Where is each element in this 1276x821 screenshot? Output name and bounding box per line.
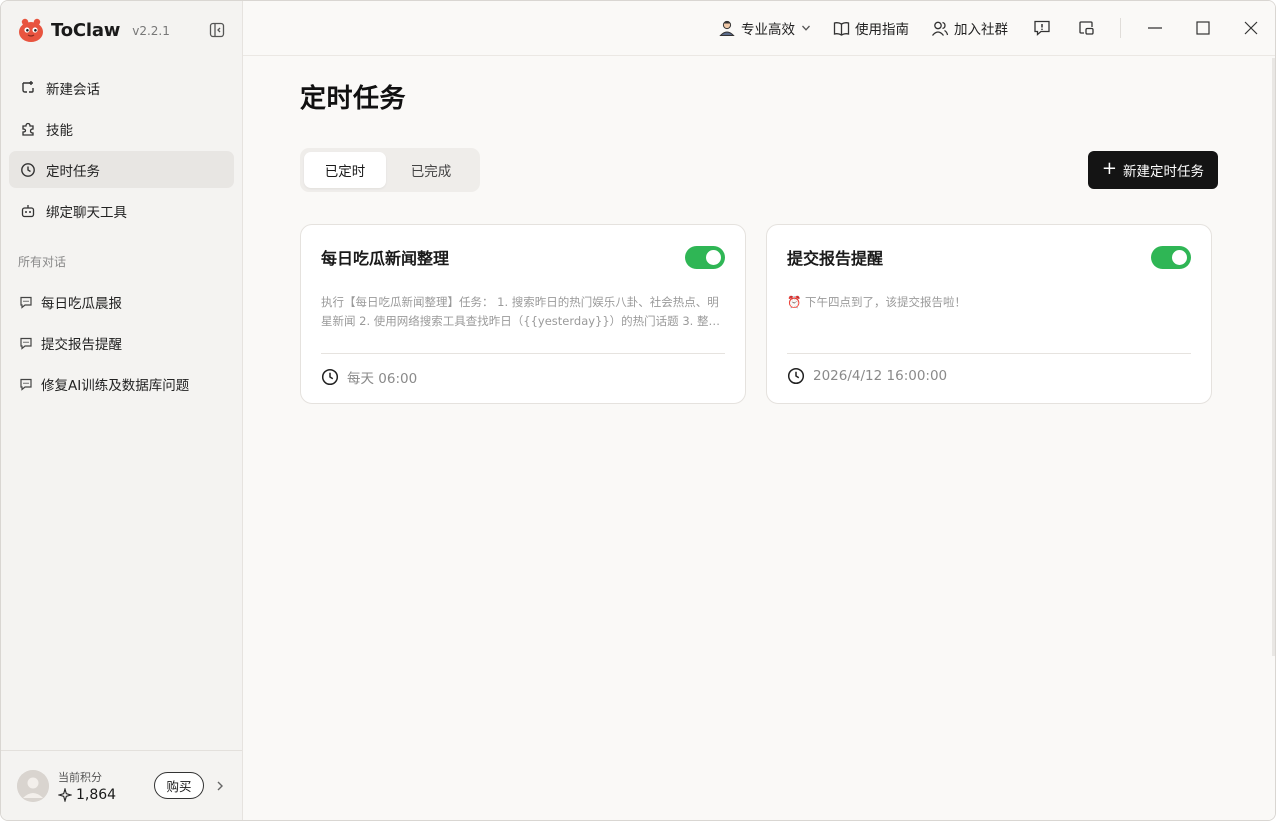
chat-bubble-icon xyxy=(19,295,33,309)
toggle-knob xyxy=(706,249,721,265)
puzzle-icon xyxy=(19,120,37,138)
conversations-section-title: 所有对话 xyxy=(18,255,67,269)
guide-label: 使用指南 xyxy=(855,22,909,38)
new-scheduled-task-button[interactable]: + 新建定时任务 xyxy=(1087,151,1218,189)
chat-bubble-icon xyxy=(19,336,33,350)
conversation-item[interactable]: 修复AI训练及数据库问题 xyxy=(9,365,234,402)
conversation-list: 每日吃瓜晨报 提交报告提醒 修复AI训练及数据库问题 xyxy=(1,283,242,406)
task-card-list: 每日吃瓜新闻整理 执行【每日吃瓜新闻整理】任务： 1. 搜索昨日的热门娱乐八卦、… xyxy=(300,224,1218,404)
sidebar: ToClaw v2.2.1 新建会话 技能 定时任务 绑定聊天工具 所有对话 每… xyxy=(1,1,243,820)
task-enabled-toggle[interactable] xyxy=(685,245,725,269)
points-value-row: 1,864 xyxy=(58,787,116,803)
app-name: ToClaw xyxy=(51,19,121,41)
task-enabled-toggle[interactable] xyxy=(1151,245,1191,269)
topbar-divider xyxy=(1120,18,1121,38)
minimize-button[interactable] xyxy=(1131,1,1179,56)
new-task-label: 新建定时任务 xyxy=(1123,164,1204,180)
conversation-label: 提交报告提醒 xyxy=(41,336,122,353)
picture-in-picture-icon xyxy=(1079,21,1094,35)
points-label: 当前积分 xyxy=(58,770,102,784)
feedback-icon xyxy=(1034,20,1050,36)
plus-icon: + xyxy=(1101,158,1117,179)
brand-header: ToClaw v2.2.1 xyxy=(1,1,242,59)
sparkle-icon xyxy=(58,787,72,802)
mode-label: 专业高效 xyxy=(741,22,795,38)
clock-icon xyxy=(321,368,339,386)
top-bar: 专业高效 使用指南 加入社群 xyxy=(243,1,1275,56)
card-divider xyxy=(787,353,1191,354)
chevron-right-icon[interactable] xyxy=(214,779,228,793)
clock-icon xyxy=(787,367,805,385)
sidebar-item-label: 绑定聊天工具 xyxy=(46,204,127,221)
sidebar-item-label: 技能 xyxy=(46,122,73,139)
task-schedule-text: 每天 06:00 xyxy=(347,371,418,387)
new-chat-icon xyxy=(19,79,37,97)
users-icon xyxy=(931,20,949,37)
task-title: 每日吃瓜新闻整理 xyxy=(321,249,450,268)
sidebar-item-skills[interactable]: 技能 xyxy=(9,110,234,147)
sidebar-item-bind-chat-tools[interactable]: 绑定聊天工具 xyxy=(9,192,234,229)
points-display: 当前积分 1,864 xyxy=(58,769,116,803)
robot-icon xyxy=(19,202,37,220)
maximize-icon xyxy=(1196,21,1210,35)
close-icon xyxy=(1244,21,1258,35)
page-content: 定时任务 已定时 已完成 + 新建定时任务 每日吃瓜新闻整理 执行【每日吃瓜新闻… xyxy=(300,56,1218,404)
minimize-icon xyxy=(1148,27,1162,29)
avatar[interactable] xyxy=(17,769,49,802)
main-area: 专业高效 使用指南 加入社群 定时任务 已定时 已完成 + 新建定时任务 每日吃… xyxy=(243,1,1275,820)
card-divider xyxy=(321,353,725,354)
task-card-header: 提交报告提醒 xyxy=(787,245,1191,269)
conversation-item[interactable]: 提交报告提醒 xyxy=(9,324,234,361)
task-schedule: 2026/4/12 16:00:00 xyxy=(787,367,947,385)
app-version: v2.2.1 xyxy=(132,24,170,38)
toclaw-logo-icon xyxy=(17,16,45,44)
sidebar-item-new-chat[interactable]: 新建会话 xyxy=(9,69,234,106)
conversation-label: 修复AI训练及数据库问题 xyxy=(41,377,190,394)
sidebar-item-label: 新建会话 xyxy=(46,81,100,98)
task-tabs: 已定时 已完成 xyxy=(300,148,480,192)
sidebar-item-label: 定时任务 xyxy=(46,163,100,180)
task-card[interactable]: 提交报告提醒 ⏰ 下午四点到了，该提交报告啦！ 2026/4/12 16:00:… xyxy=(766,224,1212,404)
chevron-down-icon xyxy=(801,23,811,33)
sidebar-footer: 当前积分 1,864 购买 xyxy=(1,750,242,820)
tab-completed[interactable]: 已完成 xyxy=(390,152,472,188)
guide-link[interactable]: 使用指南 xyxy=(833,18,909,38)
book-icon xyxy=(833,20,850,37)
clock-icon xyxy=(19,161,37,179)
task-description: 执行【每日吃瓜新闻整理】任务： 1. 搜索昨日的热门娱乐八卦、社会热点、明星新闻… xyxy=(321,295,720,328)
task-schedule-text: 2026/4/12 16:00:00 xyxy=(813,368,948,384)
page-title: 定时任务 xyxy=(300,84,407,114)
sidebar-item-scheduled-tasks[interactable]: 定时任务 xyxy=(9,151,234,188)
community-link[interactable]: 加入社群 xyxy=(931,18,1008,38)
conversation-label: 每日吃瓜晨报 xyxy=(41,295,122,312)
sidebar-nav: 新建会话 技能 定时任务 绑定聊天工具 xyxy=(1,59,242,233)
app-window: ToClaw v2.2.1 新建会话 技能 定时任务 绑定聊天工具 所有对话 每… xyxy=(0,0,1276,821)
sidebar-toggle-icon xyxy=(209,22,225,38)
user-mode-icon xyxy=(718,19,736,37)
toolbar-row: 已定时 已完成 + 新建定时任务 xyxy=(300,148,1218,192)
collapse-sidebar-button[interactable] xyxy=(206,19,228,41)
toggle-knob xyxy=(1172,249,1187,265)
task-card-header: 每日吃瓜新闻整理 xyxy=(321,245,725,269)
user-avatar-icon xyxy=(17,769,49,802)
scrollbar[interactable] xyxy=(1272,58,1275,656)
feedback-button[interactable] xyxy=(1030,16,1054,40)
conversation-item[interactable]: 每日吃瓜晨报 xyxy=(9,283,234,320)
points-value: 1,864 xyxy=(76,786,117,803)
tab-scheduled[interactable]: 已定时 xyxy=(304,152,386,188)
mini-window-button[interactable] xyxy=(1074,16,1098,40)
mode-selector[interactable]: 专业高效 xyxy=(718,18,811,38)
maximize-button[interactable] xyxy=(1179,1,1227,56)
task-card[interactable]: 每日吃瓜新闻整理 执行【每日吃瓜新闻整理】任务： 1. 搜索昨日的热门娱乐八卦、… xyxy=(300,224,746,404)
close-button[interactable] xyxy=(1227,1,1275,56)
buy-button[interactable]: 购买 xyxy=(154,772,204,799)
task-description: ⏰ 下午四点到了，该提交报告啦！ xyxy=(787,295,966,309)
community-label: 加入社群 xyxy=(954,22,1008,38)
chat-bubble-icon xyxy=(19,377,33,391)
task-title: 提交报告提醒 xyxy=(787,249,884,268)
task-schedule: 每天 06:00 xyxy=(321,367,417,387)
